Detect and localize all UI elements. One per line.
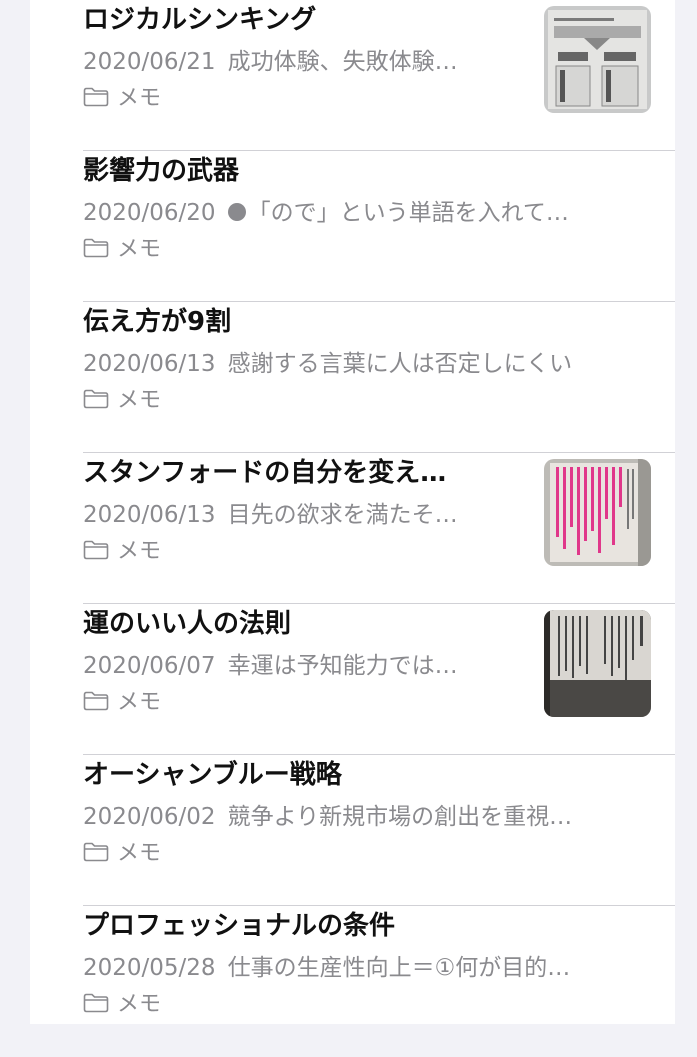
note-date: 2020/06/07 (83, 653, 216, 679)
note-folder: メモ (83, 235, 161, 265)
bullet-dot-icon (227, 203, 246, 221)
folder-label: メモ (117, 237, 162, 262)
note-preview: 2020/06/21 成功体験、失敗体験… (83, 44, 458, 80)
note-thumbnail (544, 6, 651, 113)
folder-icon (83, 540, 109, 560)
note-folder: メモ (83, 688, 161, 718)
thumb-book-image (544, 610, 651, 717)
folder-label: メモ (117, 388, 162, 413)
folder-label: メモ (117, 841, 162, 866)
list-item[interactable]: ロジカルシンキング 2020/06/21 成功体験、失敗体験… メモ (30, 0, 675, 151)
list-item[interactable]: 運のいい人の法則 2020/06/07 幸運は予知能力では… メモ (30, 604, 675, 755)
note-preview: 2020/06/20 「ので」という単語を入れて… (83, 195, 569, 231)
list-item[interactable]: オーシャンブルー戦略 2020/06/02 競争より新規市場の創出を重視… メモ (30, 755, 675, 906)
thumb-diagram-image (544, 6, 651, 113)
note-preview: 2020/06/07 幸運は予知能力では… (83, 648, 458, 684)
note-folder: メモ (83, 990, 161, 1020)
note-snippet: 目先の欲求を満たそ… (227, 502, 458, 528)
folder-label: メモ (117, 992, 162, 1017)
note-snippet: 感謝する言葉に人は否定しにくい (227, 351, 573, 377)
note-title: プロフェッショナルの条件 (83, 911, 396, 941)
note-folder: メモ (83, 84, 161, 114)
list-item[interactable]: スタンフォードの自分を変え… 2020/06/13 目先の欲求を満たそ… メモ (30, 453, 675, 604)
note-preview: 2020/06/02 競争より新規市場の創出を重視… (83, 799, 572, 835)
note-snippet: 幸運は予知能力では… (227, 653, 458, 679)
folder-label: メモ (117, 690, 162, 715)
note-folder: メモ (83, 839, 161, 869)
note-snippet: 仕事の生産性向上＝①何が目的… (227, 955, 571, 981)
note-preview: 2020/06/13 目先の欲求を満たそ… (83, 497, 458, 533)
note-date: 2020/05/28 (83, 955, 216, 981)
note-preview: 2020/06/13 感謝する言葉に人は否定しにくい (83, 346, 572, 382)
note-date: 2020/06/13 (83, 351, 216, 377)
thumb-highlighted-image (544, 459, 651, 566)
note-title: ロジカルシンキング (83, 5, 317, 35)
list-item[interactable]: 伝え方が9割 2020/06/13 感謝する言葉に人は否定しにくい メモ (30, 302, 675, 453)
note-thumbnail (544, 610, 651, 717)
folder-icon (83, 993, 109, 1013)
note-date: 2020/06/21 (83, 49, 216, 75)
note-folder: メモ (83, 386, 161, 416)
folder-icon (83, 238, 109, 258)
note-title: オーシャンブルー戦略 (83, 760, 342, 790)
note-thumbnail (544, 459, 651, 566)
note-title: 運のいい人の法則 (83, 609, 292, 639)
folder-icon (83, 87, 109, 107)
folder-icon (83, 691, 109, 711)
note-date: 2020/06/20 (83, 200, 216, 226)
note-folder: メモ (83, 537, 161, 567)
note-preview: 2020/05/28 仕事の生産性向上＝①何が目的… (83, 950, 570, 986)
folder-icon (83, 842, 109, 862)
note-date: 2020/06/13 (83, 502, 216, 528)
note-snippet: 「ので」という単語を入れて… (247, 200, 569, 226)
folder-icon (83, 389, 109, 409)
notes-list: ロジカルシンキング 2020/06/21 成功体験、失敗体験… メモ 影響力の武… (30, 0, 675, 1024)
note-date: 2020/06/02 (83, 804, 216, 830)
list-item[interactable]: プロフェッショナルの条件 2020/05/28 仕事の生産性向上＝①何が目的… メ… (30, 906, 675, 1057)
folder-label: メモ (117, 86, 162, 111)
note-title: 影響力の武器 (83, 156, 240, 186)
folder-label: メモ (117, 539, 162, 564)
note-snippet: 成功体験、失敗体験… (227, 49, 458, 75)
note-title: スタンフォードの自分を変え… (83, 458, 447, 488)
list-item[interactable]: 影響力の武器 2020/06/20 「ので」という単語を入れて… メモ (30, 151, 675, 302)
note-snippet: 競争より新規市場の創出を重視… (227, 804, 573, 830)
note-title: 伝え方が9割 (83, 307, 232, 337)
